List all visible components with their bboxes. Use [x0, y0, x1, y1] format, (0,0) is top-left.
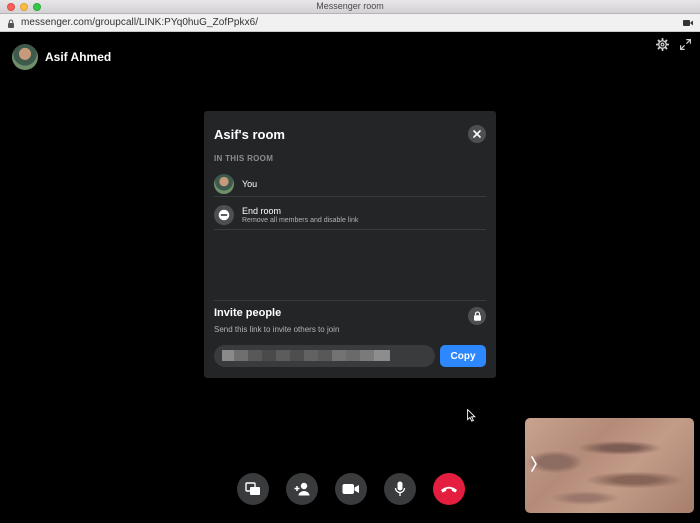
invite-description: Send this link to invite others to join [214, 325, 340, 334]
camera-indicator-icon[interactable] [683, 19, 693, 27]
screen-share-button[interactable] [237, 473, 269, 505]
chevron-right-icon[interactable] [529, 454, 539, 474]
avatar [214, 173, 234, 194]
copy-link-button[interactable]: Copy [440, 345, 486, 367]
section-heading: IN THIS ROOM [214, 154, 274, 163]
close-button[interactable] [468, 125, 486, 143]
invite-link-field[interactable] [214, 345, 435, 367]
browser-window: Messenger room messenger.com/groupcall/L… [0, 0, 700, 523]
end-room-text: End room Remove all members and disable … [242, 206, 358, 224]
caller-name: Asif Ahmed [45, 50, 112, 64]
redacted-link-block [248, 350, 262, 361]
member-name: You [242, 178, 258, 189]
title-bar: Messenger room [0, 0, 700, 14]
call-controls [237, 473, 465, 505]
invite-title: Invite people [214, 307, 282, 319]
minus-circle-icon [214, 204, 234, 225]
gear-icon[interactable] [656, 38, 669, 51]
redacted-link-block [276, 350, 290, 361]
screen-share-icon [245, 482, 260, 495]
microphone-icon [394, 481, 406, 496]
lock-icon [473, 311, 481, 321]
redacted-link-block [332, 350, 346, 361]
self-video-preview[interactable] [525, 418, 694, 513]
redacted-link-block [346, 350, 360, 361]
video-toggle-button[interactable] [335, 473, 367, 505]
add-person-button[interactable] [286, 473, 318, 505]
room-title: Asif's room [214, 127, 285, 142]
redacted-link-block [374, 350, 390, 361]
top-controls [656, 38, 692, 51]
hang-up-button[interactable] [433, 473, 465, 505]
end-room-description: Remove all members and disable link [242, 216, 359, 224]
avatar [12, 44, 38, 70]
video-camera-icon [342, 484, 359, 494]
member-row-you: You [214, 171, 486, 197]
redacted-link-block [222, 350, 234, 361]
window-title: Messenger room [316, 1, 384, 11]
lock-icon [8, 19, 14, 28]
caller-info: Asif Ahmed [12, 44, 111, 70]
close-icon [473, 130, 481, 138]
hang-up-icon [441, 486, 457, 492]
address-bar[interactable]: messenger.com/groupcall/LINK:PYq0huG_Zof… [0, 14, 700, 32]
redacted-link-block [360, 350, 374, 361]
lock-link-button[interactable] [468, 307, 486, 325]
end-room-row[interactable]: End room Remove all members and disable … [214, 200, 486, 230]
call-stage: Asif Ahmed Asif's room IN THIS ROOM You … [0, 33, 700, 523]
microphone-toggle-button[interactable] [384, 473, 416, 505]
end-room-label: End room [242, 205, 282, 216]
expand-icon[interactable] [679, 38, 692, 51]
redacted-link-block [318, 350, 332, 361]
divider [214, 300, 486, 301]
room-dialog: Asif's room IN THIS ROOM You End room Re… [204, 111, 496, 378]
url-text[interactable]: messenger.com/groupcall/LINK:PYq0huG_Zof… [21, 17, 258, 28]
add-person-icon [294, 482, 309, 496]
redacted-link-block [290, 350, 304, 361]
mouse-cursor-icon [467, 409, 476, 422]
redacted-link-block [262, 350, 276, 361]
redacted-link-block [234, 350, 248, 361]
redacted-link-block [304, 350, 318, 361]
